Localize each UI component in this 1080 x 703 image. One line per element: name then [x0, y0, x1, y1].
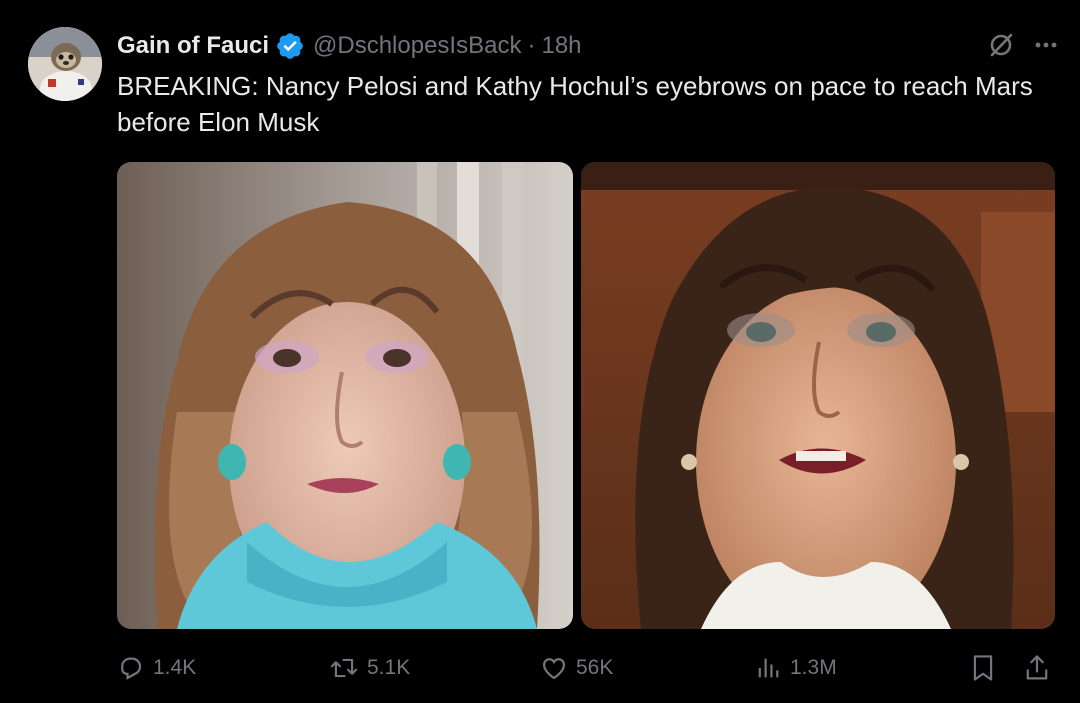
views-count: 1.3M: [790, 656, 837, 679]
views-icon: [758, 658, 779, 678]
reply-icon: [121, 657, 142, 680]
media-image-left[interactable]: [117, 162, 573, 629]
share-icon: [1026, 655, 1048, 680]
verified-badge-icon[interactable]: [275, 31, 305, 61]
tweet[interactable]: Gain of Fauci @DschlopesIsBack · 18h BRE: [0, 0, 1080, 703]
separator-dot: ·: [527, 32, 536, 59]
repost-count: 5.1K: [367, 656, 411, 679]
views-button[interactable]: 1.3M: [754, 648, 837, 688]
reply-count: 1.4K: [153, 656, 197, 679]
like-button[interactable]: 56K: [540, 648, 613, 688]
user-handle[interactable]: @DschlopesIsBack: [313, 32, 521, 60]
repost-button[interactable]: 5.1K: [329, 648, 410, 688]
grok-icon[interactable]: [986, 30, 1016, 60]
media-image-right[interactable]: [581, 162, 1055, 629]
top-actions: [986, 30, 1058, 60]
share-button[interactable]: [1023, 648, 1051, 688]
bookmark-icon: [973, 655, 993, 681]
post-media: [117, 162, 1055, 629]
reply-button[interactable]: 1.4K: [117, 648, 196, 688]
post-time[interactable]: 18h: [541, 32, 581, 60]
display-name[interactable]: Gain of Fauci: [117, 32, 269, 60]
repost-icon: [330, 658, 358, 678]
tweet-header: Gain of Fauci @DschlopesIsBack · 18h: [117, 29, 582, 63]
bookmark-button[interactable]: [969, 648, 997, 688]
like-count: 56K: [576, 656, 614, 679]
post-text: BREAKING: Nancy Pelosi and Kathy Hochul’…: [117, 71, 1033, 137]
avatar-image: [28, 27, 102, 101]
action-bar: 1.4K 5.1K 56K 1.3M: [117, 648, 1057, 688]
like-icon: [542, 658, 566, 680]
avatar[interactable]: [28, 27, 102, 101]
more-icon[interactable]: [1034, 40, 1058, 50]
